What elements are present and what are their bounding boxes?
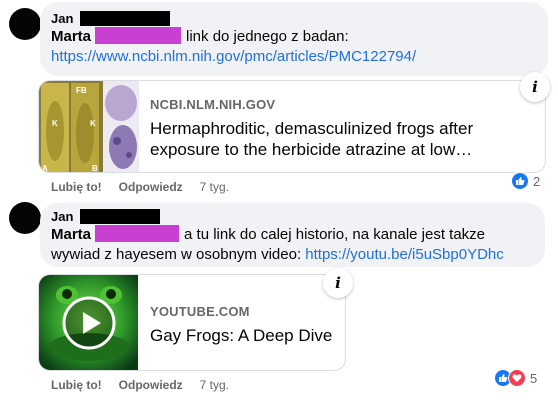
comment-text-line: wywiad z hayesem w osobnym video: https:… bbox=[51, 245, 504, 264]
comment-link[interactable]: https://www.ncbi.nlm.nih.gov/pmc/article… bbox=[51, 48, 416, 65]
redacted-surname bbox=[80, 10, 171, 26]
image-label: B bbox=[92, 164, 98, 173]
card-domain: NCBI.NLM.NIH.GOV bbox=[150, 97, 276, 112]
redacted-mention bbox=[95, 225, 180, 242]
mention[interactable]: Marta bbox=[51, 28, 91, 45]
image-label: K bbox=[90, 119, 96, 128]
reply-link[interactable]: Odpowiedz bbox=[119, 378, 183, 392]
like-reaction-icon bbox=[511, 172, 529, 190]
link-preview-card[interactable]: FB K K A B NCBI.NLM.NIH.GOV Hermaphrodit… bbox=[38, 80, 546, 173]
comment-text-line: Marta a tu link do calej historio, na kan… bbox=[51, 225, 485, 244]
redacted-mention bbox=[95, 27, 182, 44]
mention[interactable]: Marta bbox=[51, 226, 91, 243]
comment-timestamp[interactable]: 7 tyg. bbox=[200, 180, 229, 194]
comment-text: link do jednego z badan: bbox=[186, 28, 349, 45]
comment-actions: Lubię to! Odpowiedz 7 tyg. bbox=[51, 180, 229, 194]
info-icon[interactable]: i bbox=[520, 72, 550, 102]
image-label: A bbox=[42, 164, 48, 173]
redacted-surname bbox=[80, 208, 161, 224]
avatar[interactable] bbox=[9, 202, 41, 234]
avatar[interactable] bbox=[9, 8, 41, 40]
image-label: FB bbox=[76, 86, 87, 95]
reaction-summary[interactable]: 2 bbox=[511, 171, 540, 191]
love-reaction-icon bbox=[508, 369, 526, 387]
video-thumbnail bbox=[39, 275, 138, 370]
reaction-count: 2 bbox=[533, 173, 541, 189]
comment-timestamp[interactable]: 7 tyg. bbox=[200, 378, 229, 392]
comment-author-row: Jan bbox=[51, 208, 161, 224]
reaction-count: 5 bbox=[530, 370, 538, 386]
reaction-summary[interactable]: 5 bbox=[494, 368, 537, 388]
link-preview-card[interactable]: YOUTUBE.COM Gay Frogs: A Deep Dive bbox=[38, 274, 346, 371]
image-label: K bbox=[52, 119, 58, 128]
reply-link[interactable]: Odpowiedz bbox=[119, 180, 183, 194]
comment-link-line: https://www.ncbi.nlm.nih.gov/pmc/article… bbox=[51, 47, 416, 66]
card-title: Gay Frogs: A Deep Dive bbox=[150, 326, 333, 345]
comment-author-row: Jan bbox=[51, 10, 171, 26]
comment-actions: Lubię to! Odpowiedz 7 tyg. bbox=[51, 378, 229, 392]
like-link[interactable]: Lubię to! bbox=[51, 180, 102, 194]
card-domain: YOUTUBE.COM bbox=[150, 304, 250, 319]
comment-text-line: Marta link do jednego z badan: bbox=[51, 27, 349, 46]
card-thumbnail: FB K K A B bbox=[39, 81, 139, 173]
info-icon[interactable]: i bbox=[323, 268, 353, 298]
comment-text: wywiad z hayesem w osobnym video: bbox=[51, 246, 302, 263]
comment-author[interactable]: Jan bbox=[51, 209, 73, 224]
like-link[interactable]: Lubię to! bbox=[51, 378, 102, 392]
comment-text: a tu link do calej historio, na kanale j… bbox=[184, 226, 486, 243]
card-title-line: exposure to the herbicide atrazine at lo… bbox=[150, 140, 473, 159]
card-title-line: Hermaphroditic, demasculinized frogs aft… bbox=[150, 119, 474, 138]
comment-link[interactable]: https://youtu.be/i5uSbp0YDhc bbox=[305, 246, 503, 263]
comment-author[interactable]: Jan bbox=[51, 11, 73, 26]
